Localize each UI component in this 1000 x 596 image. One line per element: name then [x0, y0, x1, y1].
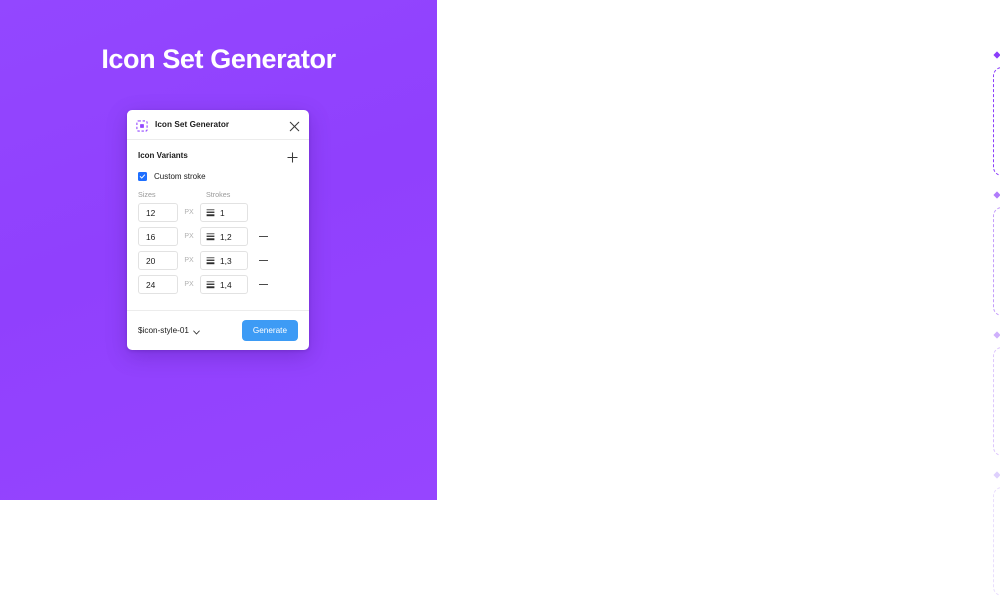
- stroke-weight-icon: [206, 232, 215, 241]
- group-label: $anchor-ircle-select: [993, 330, 1000, 340]
- page-title: Icon Set Generator: [101, 44, 336, 74]
- remove-row-button[interactable]: [254, 251, 272, 270]
- remove-row-button[interactable]: [254, 227, 272, 246]
- group-label: $pen-tool-plus: [993, 50, 1000, 60]
- icon-style-dropdown[interactable]: $icon-style-01: [138, 326, 200, 335]
- component-diamond-icon: [993, 331, 1000, 339]
- group-box: [993, 207, 1000, 316]
- stroke-input[interactable]: 1: [200, 203, 248, 222]
- close-icon[interactable]: [289, 119, 300, 132]
- chevron-down-icon: [193, 328, 200, 335]
- icon-variants-row: Icon Variants: [138, 150, 298, 163]
- component-diamond-icon: [993, 471, 1000, 479]
- icon-group-pen-tool-plus: $pen-tool-plus: [993, 50, 1000, 176]
- stroke-value: 1,2: [220, 231, 232, 242]
- group-box: [993, 67, 1000, 176]
- size-input[interactable]: 20: [138, 251, 178, 270]
- unit-label: PX: [184, 209, 194, 216]
- icon-set-generator-panel: Icon Set Generator Icon Variants Custom …: [127, 110, 309, 350]
- table-row: 12 PX 1: [138, 203, 298, 222]
- remove-row-button[interactable]: [254, 275, 272, 294]
- stroke-weight-icon: [206, 208, 215, 217]
- group-box: [993, 347, 1000, 456]
- size-rows-list: 12 PX 1 16 PX 1,2 20 PX 1,3 24 PX 1,4: [138, 203, 298, 294]
- table-row: 20 PX 1,3: [138, 251, 298, 270]
- generate-button[interactable]: Generate: [241, 320, 298, 341]
- icon-group-anchor-circle-select: $anchor-ircle-select: [993, 330, 1000, 456]
- component-icon: [136, 119, 148, 132]
- table-row: 24 PX 1,4: [138, 275, 298, 294]
- stroke-weight-icon: [206, 256, 215, 265]
- plus-icon[interactable]: [287, 150, 298, 163]
- stroke-input[interactable]: 1,3: [200, 251, 248, 270]
- app-screen: Icon Set Generator Icon Set Generator Ic…: [0, 0, 1000, 596]
- unit-label: PX: [184, 257, 194, 264]
- icon-variants-label: Icon Variants: [138, 151, 188, 160]
- table-row: 16 PX 1,2: [138, 227, 298, 246]
- unit-label: PX: [184, 233, 194, 240]
- size-input[interactable]: 16: [138, 227, 178, 246]
- row-action-spacer: [254, 203, 272, 222]
- sizes-column-header: Sizes: [138, 190, 156, 199]
- unit-column-spacer: [184, 190, 206, 199]
- group-label: 3d-box-corner: [993, 470, 1000, 480]
- strokes-column-header: Strokes: [206, 190, 231, 199]
- custom-stroke-label: Custom stroke: [154, 172, 206, 181]
- icon-preview-panel: $pen-tool-plus: [437, 0, 1000, 596]
- left-hero-panel: Icon Set Generator Icon Set Generator Ic…: [0, 0, 437, 500]
- group-box: [993, 487, 1000, 596]
- stroke-value: 1,4: [220, 279, 232, 290]
- component-diamond-icon: [993, 51, 1000, 59]
- unit-label: PX: [184, 281, 194, 288]
- custom-stroke-checkbox[interactable]: [138, 172, 147, 181]
- panel-header: Icon Set Generator: [127, 110, 309, 140]
- size-input[interactable]: 12: [138, 203, 178, 222]
- group-label: $brush: [993, 190, 1000, 200]
- column-headers: Sizes Strokes: [138, 190, 298, 199]
- stroke-weight-icon: [206, 280, 215, 289]
- stroke-value: 1: [220, 207, 225, 218]
- stroke-value: 1,3: [220, 255, 232, 266]
- stroke-input[interactable]: 1,2: [200, 227, 248, 246]
- panel-footer: $icon-style-01 Generate: [127, 310, 309, 350]
- icon-group-3d-box-corner: 3d-box-corner: [993, 470, 1000, 596]
- stroke-input[interactable]: 1,4: [200, 275, 248, 294]
- panel-title: Icon Set Generator: [155, 120, 230, 129]
- icon-group-brush: $brush: [993, 190, 1000, 316]
- custom-stroke-row[interactable]: Custom stroke: [138, 172, 298, 181]
- panel-body: Icon Variants Custom stroke Sizes Stroke…: [127, 140, 309, 305]
- icon-style-value: $icon-style-01: [138, 326, 189, 335]
- component-diamond-icon: [993, 191, 1000, 199]
- size-input[interactable]: 24: [138, 275, 178, 294]
